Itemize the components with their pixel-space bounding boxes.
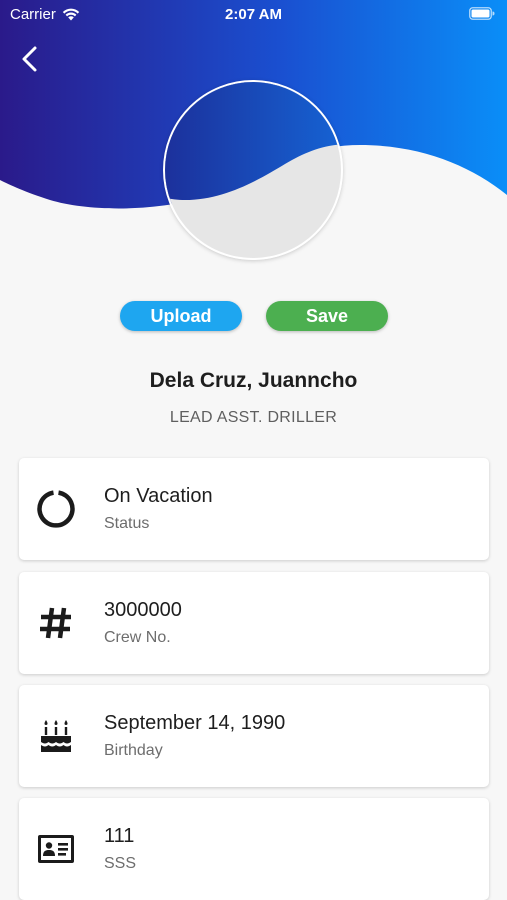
detail-card-birthday: September 14, 1990 Birthday: [19, 685, 489, 787]
detail-value: September 14, 1990: [104, 712, 286, 734]
avatar[interactable]: [163, 80, 343, 260]
battery-icon: [469, 7, 495, 20]
status-bar: Carrier 2:07 AM: [0, 0, 507, 30]
status-ring-icon: [37, 490, 75, 528]
profile-name: Dela Cruz, Juanncho: [149, 369, 358, 392]
profile-role: LEAD ASST. DRILLER: [169, 409, 338, 426]
clock: 2:07 AM: [225, 6, 282, 23]
id-card-icon: [38, 835, 74, 863]
chevron-left-icon: [22, 46, 37, 72]
detail-label: Crew No.: [104, 629, 171, 646]
birthday-cake-icon: [41, 720, 71, 752]
detail-card-crew-no: 3000000 Crew No.: [19, 572, 489, 674]
avatar-placeholder: [165, 82, 341, 258]
detail-card-status: On Vacation Status: [19, 458, 489, 560]
save-button[interactable]: Save: [266, 301, 388, 331]
detail-label: Status: [104, 515, 150, 532]
upload-button[interactable]: Upload: [120, 301, 242, 331]
back-button[interactable]: [16, 44, 46, 74]
profile-screen: Carrier 2:07 AM Upload Save Dela Cruz, J…: [0, 0, 507, 900]
detail-value: On Vacation: [104, 485, 213, 507]
detail-label: SSS: [104, 855, 137, 872]
detail-label: Birthday: [104, 742, 163, 759]
detail-card-sss: 111 SSS: [19, 798, 489, 900]
detail-value: 3000000: [104, 599, 182, 621]
detail-value: 111: [104, 825, 135, 847]
hash-icon: [40, 607, 71, 639]
